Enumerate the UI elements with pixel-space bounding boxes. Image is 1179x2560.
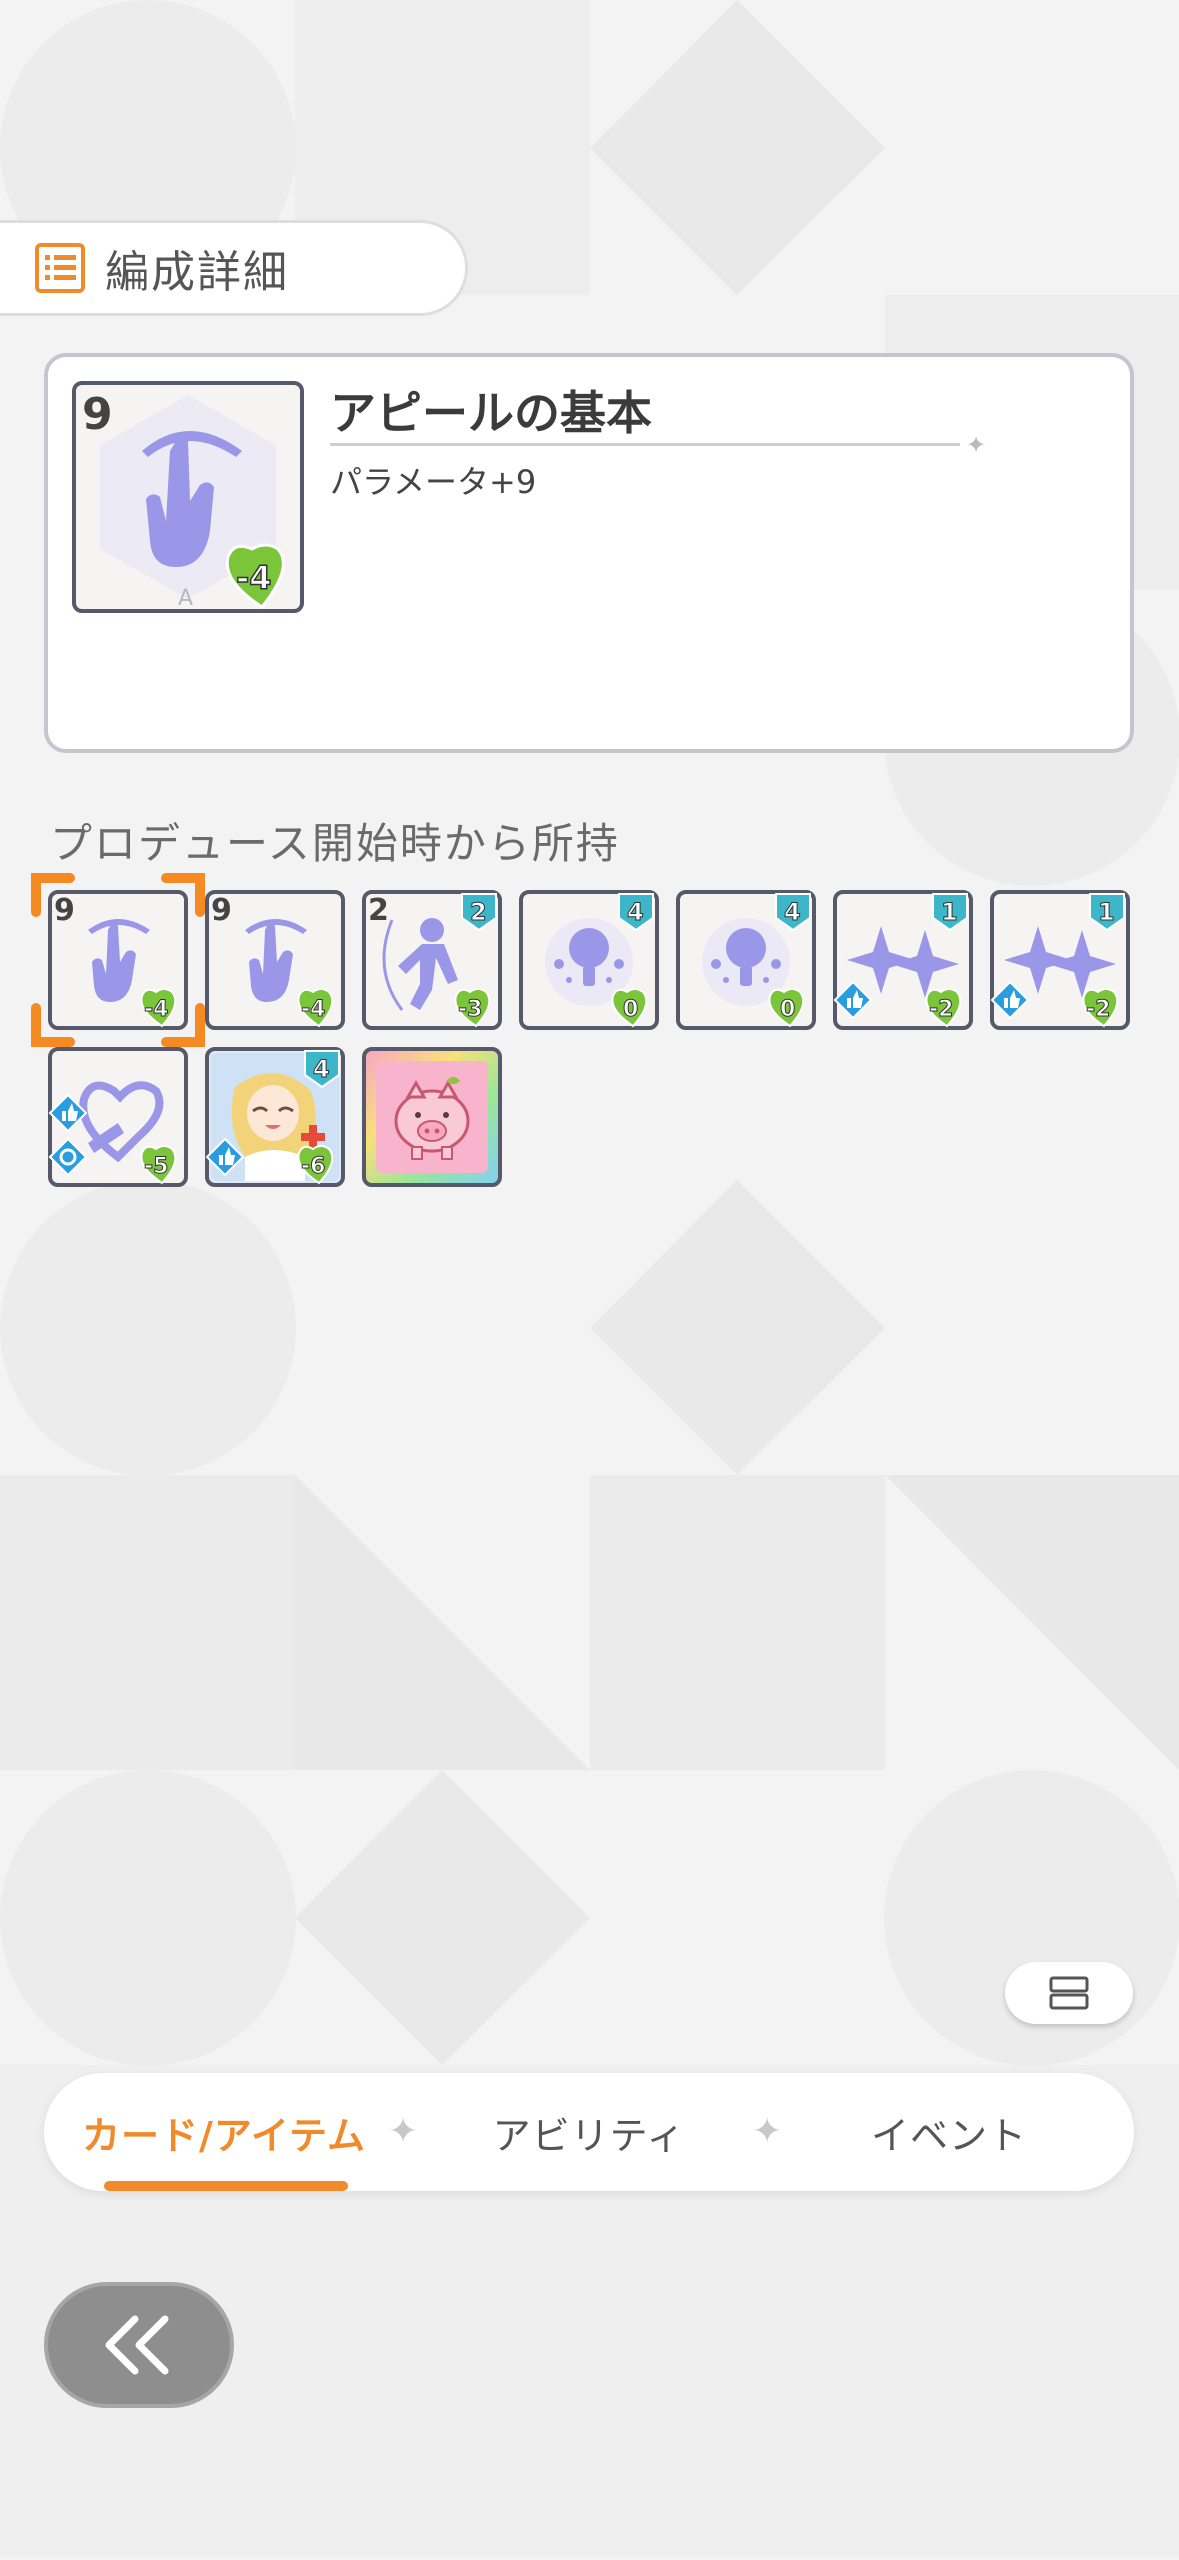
cost-value: -6 [301,1154,325,1179]
badge-value: 1 [941,898,958,926]
card-effect: パラメータ+9 [330,463,537,501]
card-level: 9 [211,893,232,928]
badge-value: 2 [470,898,487,926]
divider [330,443,960,446]
badge-value: 4 [784,898,801,926]
header-bar: 編成詳細 [0,220,468,316]
selected-card-image: 9 A -4 [72,381,304,613]
page-title: 編成詳細 [105,247,289,298]
tab-abilities[interactable]: アビリティ [424,2073,754,2191]
sparkle-icon: ✦ [966,431,987,459]
card-slot[interactable]: -5 [48,1047,188,1187]
cost-value: 0 [780,997,795,1022]
double-chevron-left-icon [105,2315,169,2375]
badge-value: 4 [627,898,644,926]
tab-separator: ✦ [388,2111,419,2152]
section-label: プロデュース開始時から所持 [50,819,620,868]
back-button[interactable] [44,2282,234,2408]
card-level: 9 [82,389,113,440]
badge-value: 1 [1098,898,1115,926]
cost-value: 0 [623,997,638,1022]
cost-value: -5 [144,1154,168,1179]
layout-icon [1049,1976,1089,2010]
card-slot[interactable]: 1 -2 [833,890,973,1030]
card-level: 2 [368,893,389,928]
cost-value: -4 [301,997,325,1022]
card-slot[interactable]: 4 0 [519,890,659,1030]
card-slot[interactable]: 4 -6 [205,1047,345,1187]
cost-value: -4 [144,997,168,1022]
cost-value: -2 [929,997,953,1022]
active-tab-indicator [104,2181,348,2191]
card-slot[interactable]: 9 -4 [205,890,345,1030]
view-toggle-button[interactable] [1005,1962,1133,2024]
card-detail-panel: 9 A -4 アピールの基本 ✦ パラメータ+9 [44,353,1134,753]
card-slot[interactable]: 2 2 -3 [362,890,502,1030]
tab-bar: カード/アイテム ✦ アビリティ ✦ イベント [44,2073,1134,2191]
cost-value: -3 [458,997,482,1022]
tab-events[interactable]: イベント [784,2073,1114,2191]
card-slot[interactable]: 9 -4 [48,890,188,1030]
cost-value: -2 [1086,997,1110,1022]
tab-cards-items[interactable]: カード/アイテム [64,2073,384,2191]
card-name: アピールの基本 [330,386,652,440]
card-slot[interactable]: 1 -2 [990,890,1130,1030]
item-slot[interactable] [362,1047,502,1187]
rank-letter: A [178,586,193,611]
badge-value: 4 [313,1055,330,1083]
card-level: 9 [54,893,75,928]
card-slot[interactable]: 4 0 [676,890,816,1030]
tab-separator: ✦ [752,2111,783,2152]
list-icon [35,243,85,293]
svg-text:-4: -4 [236,559,272,597]
